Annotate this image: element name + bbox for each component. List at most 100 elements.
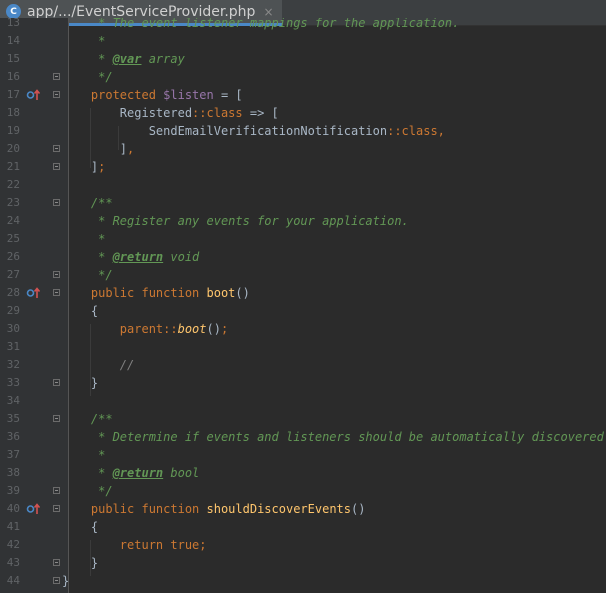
php-class-icon: C xyxy=(6,4,21,19)
code-line[interactable]: 38 * @return bool xyxy=(0,464,606,482)
code-line[interactable]: 32 // xyxy=(0,356,606,374)
code-text: */ xyxy=(62,266,112,284)
code-line[interactable]: 24 * Register any events for your applic… xyxy=(0,212,606,230)
code-text: /** xyxy=(62,194,113,212)
code-token: Registered xyxy=(62,106,193,120)
fold-marker-icon[interactable] xyxy=(53,505,60,512)
code-line[interactable]: 22 xyxy=(0,176,606,194)
code-text: * xyxy=(62,446,105,464)
code-line[interactable]: 34 xyxy=(0,392,606,410)
line-number: 17 xyxy=(6,88,20,101)
code-text: protected $listen = [ xyxy=(62,86,243,104)
code-text: */ xyxy=(62,68,113,86)
line-number: 34 xyxy=(6,394,20,407)
line-number: 23 xyxy=(6,196,20,209)
code-text: { xyxy=(62,518,98,536)
code-token: /** xyxy=(62,412,113,426)
code-line[interactable]: 19 SendEmailVerificationNotification::cl… xyxy=(0,122,606,140)
line-number: 32 xyxy=(6,358,20,371)
line-number: 18 xyxy=(6,106,20,119)
line-number: 41 xyxy=(6,520,20,533)
code-text: // xyxy=(62,356,134,374)
code-line[interactable]: 30 parent::boot(); xyxy=(0,320,606,338)
fold-marker-icon[interactable] xyxy=(53,289,60,296)
code-token: @return xyxy=(112,250,164,264)
code-token: /** xyxy=(62,196,113,210)
fold-marker-icon[interactable] xyxy=(53,415,60,422)
line-number: 14 xyxy=(6,34,20,47)
code-token: bool xyxy=(163,466,200,480)
code-line[interactable]: 26 * @return void xyxy=(0,248,606,266)
code-line[interactable]: 23 /** xyxy=(0,194,606,212)
code-line[interactable]: 29 { xyxy=(0,302,606,320)
fold-marker-icon[interactable] xyxy=(53,379,60,386)
code-token: array xyxy=(141,52,185,66)
code-line[interactable]: 36 * Determine if events and listeners s… xyxy=(0,428,606,446)
code-token: public function xyxy=(62,502,207,516)
code-line[interactable]: 39 */ xyxy=(0,482,606,500)
code-line[interactable]: 43 } xyxy=(0,554,606,572)
code-token: */ xyxy=(62,484,113,498)
code-text: public function shouldDiscoverEvents() xyxy=(62,500,366,518)
code-line[interactable]: 21 ]; xyxy=(0,158,606,176)
code-line[interactable]: 14 * xyxy=(0,32,606,50)
line-number: 22 xyxy=(6,178,20,191)
fold-marker-icon[interactable] xyxy=(53,199,60,206)
line-number: 36 xyxy=(6,430,20,443)
line-number: 25 xyxy=(6,232,20,245)
fold-marker-icon[interactable] xyxy=(53,487,60,494)
line-number: 13 xyxy=(6,18,20,29)
close-icon[interactable]: × xyxy=(263,5,273,19)
code-line[interactable]: 15 * @var array xyxy=(0,50,606,68)
code-text: public function boot() xyxy=(62,284,250,302)
fold-marker-icon[interactable] xyxy=(53,163,60,170)
code-line[interactable]: 13 * The event listener mappings for the… xyxy=(0,18,606,32)
code-line[interactable]: 27 */ xyxy=(0,266,606,284)
override-method-icon[interactable] xyxy=(26,500,40,518)
code-token: () xyxy=(351,502,366,516)
code-token: } xyxy=(62,376,99,390)
line-number: 38 xyxy=(6,466,20,479)
code-line[interactable]: 35 /** xyxy=(0,410,606,428)
fold-marker-icon[interactable] xyxy=(53,559,60,566)
code-text: parent::boot(); xyxy=(62,320,228,338)
code-line[interactable]: 28 public function boot() xyxy=(0,284,606,302)
line-number: 27 xyxy=(6,268,20,281)
code-line[interactable]: 25 * xyxy=(0,230,606,248)
code-token: } xyxy=(62,556,99,570)
code-token: */ xyxy=(62,70,113,84)
fold-marker-icon[interactable] xyxy=(53,145,60,152)
code-line[interactable]: 31 xyxy=(0,338,606,356)
code-line[interactable]: 16 */ xyxy=(0,68,606,86)
line-number: 29 xyxy=(6,304,20,317)
code-token: => [ xyxy=(242,106,279,120)
override-method-icon[interactable] xyxy=(26,86,40,104)
code-editor[interactable]: 13 * The event listener mappings for the… xyxy=(0,18,606,593)
code-line[interactable]: 40 public function shouldDiscoverEvents(… xyxy=(0,500,606,518)
code-line[interactable]: 44} xyxy=(0,572,606,590)
code-token: * xyxy=(62,52,113,66)
code-text: * The event listener mappings for the ap… xyxy=(62,18,459,32)
code-token: * The event listener mappings for the ap… xyxy=(62,18,460,30)
fold-marker-icon[interactable] xyxy=(53,91,60,98)
fold-marker-icon[interactable] xyxy=(53,577,60,584)
code-token: void xyxy=(163,250,200,264)
override-method-icon[interactable] xyxy=(26,284,40,302)
line-number: 28 xyxy=(6,286,20,299)
code-line[interactable]: 41 { xyxy=(0,518,606,536)
code-line[interactable]: 17 protected $listen = [ xyxy=(0,86,606,104)
code-token: boot xyxy=(177,322,207,336)
code-line[interactable]: 33 } xyxy=(0,374,606,392)
line-number: 20 xyxy=(6,142,20,155)
fold-marker-icon[interactable] xyxy=(53,271,60,278)
code-text: ]; xyxy=(62,158,105,176)
code-line[interactable]: 42 return true; xyxy=(0,536,606,554)
code-line[interactable]: 37 * xyxy=(0,446,606,464)
code-token: } xyxy=(62,574,70,588)
code-line[interactable]: 20 ], xyxy=(0,140,606,158)
code-line[interactable]: 18 Registered::class => [ xyxy=(0,104,606,122)
fold-marker-icon[interactable] xyxy=(53,73,60,80)
code-text: ], xyxy=(62,140,134,158)
code-token: @var xyxy=(112,52,142,66)
line-number: 31 xyxy=(6,340,20,353)
